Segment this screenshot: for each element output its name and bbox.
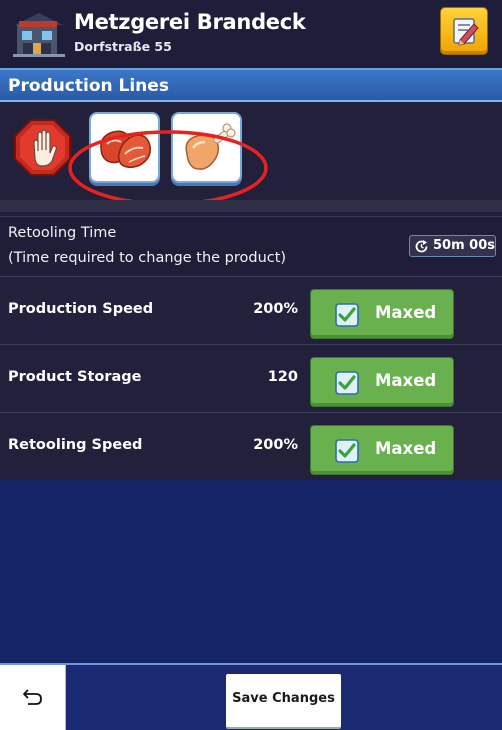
checkbox-checked-icon xyxy=(335,371,359,395)
retooling-info: Retooling Time (Time required to change … xyxy=(0,216,502,275)
save-changes-button[interactable]: Save Changes xyxy=(226,674,341,727)
production-panel: Production Lines Retooling Time (Time re… xyxy=(0,68,502,480)
stat-row-retooling-speed: Retooling Speed 200% Maxed xyxy=(0,412,502,480)
stat-value: 200% xyxy=(253,301,298,317)
building-title: Metzgerei Brandeck xyxy=(74,10,306,34)
refresh-timer-icon xyxy=(415,240,428,253)
section-title: Production Lines xyxy=(8,76,169,96)
stat-value: 120 xyxy=(267,369,298,385)
footer-bar: Save Changes xyxy=(0,663,502,730)
stat-label: Production Speed xyxy=(8,301,154,317)
highlight-arrow xyxy=(0,102,502,200)
stat-row-product-storage: Product Storage 120 Maxed xyxy=(0,344,502,412)
maxed-label: Maxed xyxy=(375,303,437,322)
back-button[interactable] xyxy=(0,665,66,730)
section-header: Production Lines xyxy=(0,70,502,102)
stat-row-production-speed: Production Speed 200% Maxed xyxy=(0,276,502,344)
edit-button[interactable] xyxy=(440,7,488,55)
stat-value: 200% xyxy=(253,437,298,453)
stat-label: Product Storage xyxy=(8,369,142,385)
building-address: Dorfstraße 55 xyxy=(74,39,172,54)
divider-bar xyxy=(0,200,502,212)
maxed-button[interactable]: Maxed xyxy=(310,425,454,475)
maxed-button[interactable]: Maxed xyxy=(310,289,454,339)
undo-arrow-icon xyxy=(23,689,42,705)
retooling-timer: 50m 00s xyxy=(433,238,495,253)
retooling-timer-badge: 50m 00s xyxy=(409,235,496,257)
retooling-description: (Time required to change the product) xyxy=(8,250,287,266)
maxed-label: Maxed xyxy=(375,371,437,390)
retooling-label: Retooling Time xyxy=(8,225,117,241)
stat-label: Retooling Speed xyxy=(8,437,143,453)
save-changes-label: Save Changes xyxy=(232,691,335,706)
checkbox-checked-icon xyxy=(335,439,359,463)
shop-building-icon xyxy=(13,11,65,57)
checkbox-checked-icon xyxy=(335,303,359,327)
maxed-label: Maxed xyxy=(375,439,437,458)
building-header: Metzgerei Brandeck Dorfstraße 55 xyxy=(0,0,502,68)
pencil-edit-icon xyxy=(453,18,479,46)
maxed-button[interactable]: Maxed xyxy=(310,357,454,407)
